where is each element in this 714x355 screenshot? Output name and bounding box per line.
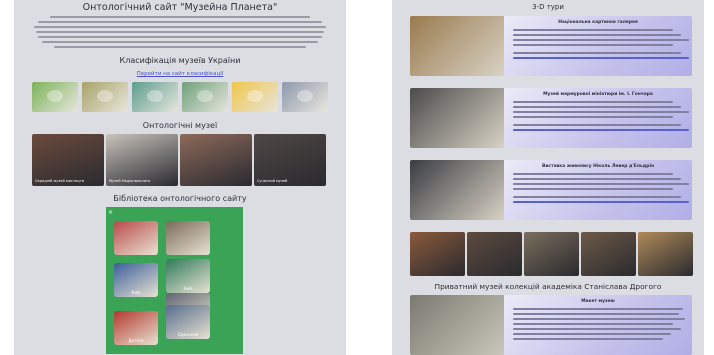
classification-tile[interactable] (132, 82, 178, 112)
map-icon (197, 90, 213, 102)
right-panel: 3-D тури Національна картинна галерея Муз… (392, 0, 704, 355)
seal-icon (297, 90, 313, 102)
private-museum-heading: Приватний музей колекцій академіка Стані… (434, 282, 662, 291)
museum-tile[interactable]: Музей Національного (106, 134, 178, 186)
text-line (54, 46, 306, 48)
tour-image[interactable] (410, 88, 504, 148)
tour-card[interactable]: Національна картинна галерея (410, 16, 692, 76)
text-line (50, 16, 310, 18)
museum-tile[interactable]: Середній музей мистецтв (32, 134, 104, 186)
text-line (513, 173, 673, 175)
text-line (513, 201, 689, 203)
classification-link[interactable]: Перейти на сайт класифікації (14, 71, 346, 77)
museum-caption: Музей Національного (109, 178, 150, 183)
library-tile-label: Київ (183, 285, 193, 291)
classification-heading: Класифікація музеїв України (119, 56, 241, 65)
museum-caption: Середній музей мистецтв (35, 178, 84, 183)
private-museum-card[interactable]: Макет музею (410, 295, 692, 355)
page-title: Онтологічний сайт "Музейна Планета" (82, 2, 278, 13)
tour-card-title: Національна картинна галерея (558, 20, 638, 25)
museum-tile[interactable] (180, 134, 252, 186)
text-line (513, 129, 689, 131)
tour-image[interactable] (410, 160, 504, 220)
text-line (513, 116, 673, 118)
text-line (38, 36, 322, 38)
private-card-title: Макет музею (581, 299, 615, 304)
strip-photo[interactable] (638, 232, 693, 276)
library-tile[interactable]: Дитяча (114, 311, 158, 345)
text-line (513, 29, 673, 31)
library-tile-label: Дитяча (128, 337, 144, 343)
museum-tile[interactable]: Сучасний музей (254, 134, 326, 186)
museum-caption: Сучасний музей (257, 178, 288, 183)
strip-photo[interactable] (581, 232, 636, 276)
map-icon (147, 90, 163, 102)
text-line (513, 101, 673, 103)
tour-card-body: Національна картинна галерея (504, 16, 692, 76)
library-heading: Бібліотека онтологічного сайту (113, 194, 247, 203)
text-line (513, 34, 681, 36)
classification-tile[interactable] (232, 82, 278, 112)
strip-photo[interactable] (524, 232, 579, 276)
library-tile-label: Київ (131, 289, 141, 295)
text-line (513, 111, 689, 113)
tours-heading: 3-D тури (532, 3, 564, 11)
text-line (513, 188, 673, 190)
classification-tile[interactable] (32, 82, 78, 112)
library-panel[interactable]: × КиївКиївОдесаОдеськийДитяча (106, 207, 243, 354)
text-line (513, 57, 689, 59)
text-line (34, 26, 326, 28)
text-line (513, 44, 673, 46)
museums-heading: Онтологічні музеї (142, 121, 218, 130)
strip-photo[interactable] (467, 232, 522, 276)
tour-card-title: Музей мармурової мініатюри ім. І. Гончар… (543, 92, 653, 97)
library-tile[interactable]: Одеський (166, 305, 210, 339)
tour-card[interactable]: Музей мармурової мініатюри ім. І. Гончар… (410, 88, 692, 148)
close-icon[interactable]: × (108, 209, 113, 216)
strip-photo[interactable] (410, 232, 465, 276)
library-tile[interactable] (166, 221, 210, 255)
classification-tile[interactable] (282, 82, 328, 112)
text-line (513, 52, 681, 54)
private-museum-image[interactable] (410, 295, 504, 355)
text-line (42, 41, 318, 43)
tour-card-title: Виставка живопису Ніколь Левер д'Ельдрін (542, 164, 654, 169)
library-tile[interactable]: Київ (114, 263, 158, 297)
text-line (36, 31, 324, 33)
library-tile[interactable] (114, 221, 158, 255)
flag-icon (247, 90, 263, 102)
library-tile-label: Одеський (177, 331, 199, 337)
text-line (513, 183, 689, 185)
library-tile[interactable]: Київ (166, 259, 210, 293)
map-icon (97, 90, 113, 102)
map-icon (47, 90, 63, 102)
text-line (513, 178, 681, 180)
tour-image[interactable] (410, 16, 504, 76)
tour-card[interactable]: Виставка живопису Ніколь Левер д'Ельдрін (410, 160, 692, 220)
text-line (513, 196, 681, 198)
classification-tile[interactable] (82, 82, 128, 112)
text-line (38, 21, 322, 23)
text-line (513, 106, 681, 108)
tour-card-body: Виставка живопису Ніколь Левер д'Ельдрін (504, 160, 692, 220)
text-line (513, 124, 681, 126)
left-panel: Онтологічний сайт "Музейна Планета" Клас… (14, 0, 346, 355)
tour-card-body: Музей мармурової мініатюри ім. І. Гончар… (504, 88, 692, 148)
text-line (513, 39, 689, 41)
classification-tile[interactable] (182, 82, 228, 112)
